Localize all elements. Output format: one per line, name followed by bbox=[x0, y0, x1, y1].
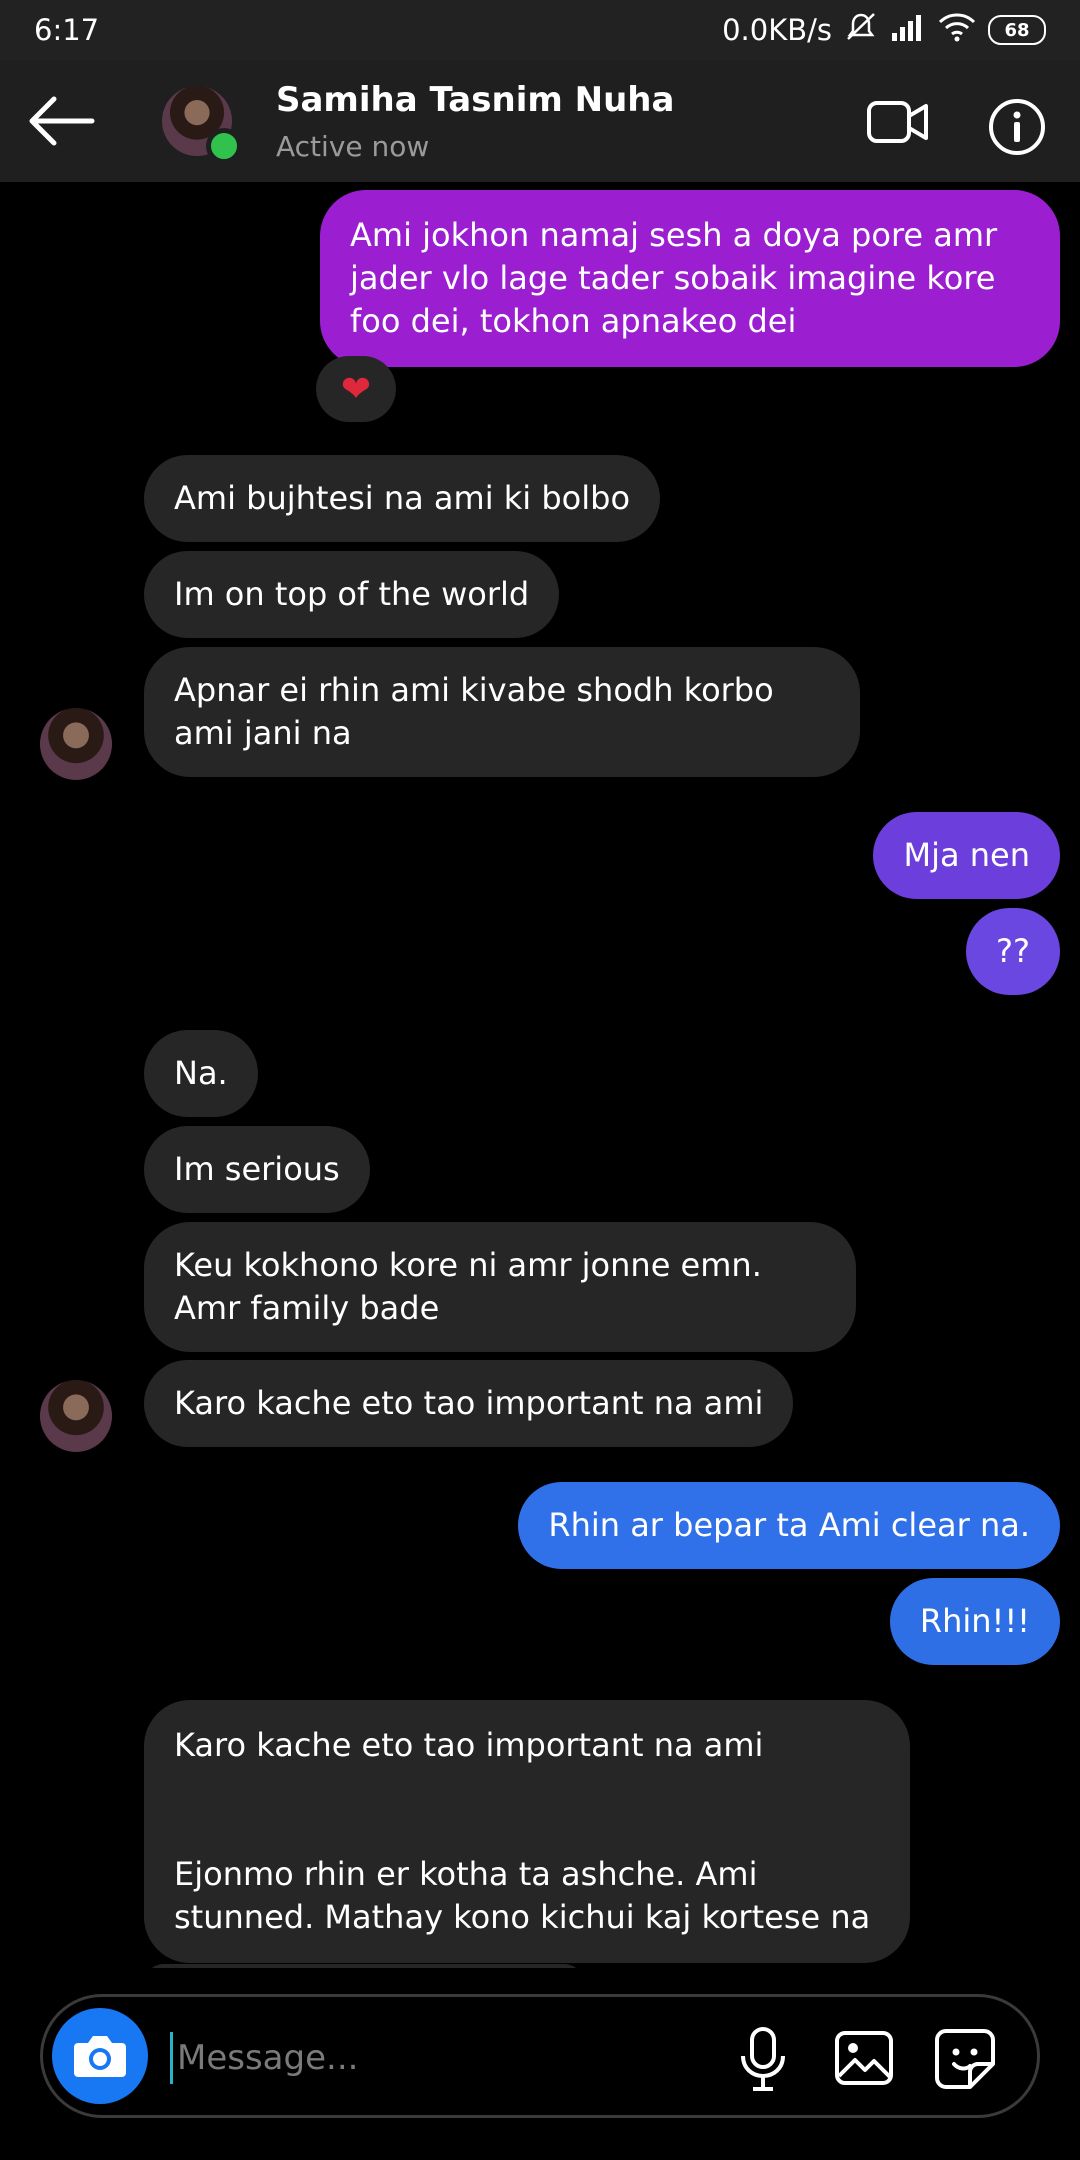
info-icon bbox=[989, 99, 1045, 155]
network-speed: 0.0KB/s bbox=[722, 13, 832, 47]
video-call-icon bbox=[867, 101, 928, 143]
message-line: Ejonmo rhin er kotha ta ashche. Ami stun… bbox=[174, 1855, 871, 1936]
camera-button[interactable] bbox=[52, 2008, 148, 2104]
sent-message[interactable]: Ami jokhon namaj sesh a doya pore amr ja… bbox=[320, 190, 1060, 367]
sticker-icon bbox=[935, 2029, 995, 2089]
contact-name[interactable]: Samiha Tasnim Nuha bbox=[276, 80, 674, 120]
camera-icon bbox=[74, 2036, 126, 2077]
video-call-button[interactable] bbox=[866, 98, 930, 146]
battery-icon: 68 bbox=[988, 15, 1046, 45]
sticker-button[interactable] bbox=[934, 2028, 996, 2090]
online-indicator bbox=[206, 128, 242, 164]
info-button[interactable] bbox=[988, 98, 1046, 156]
received-message[interactable]: Apnar ei rhin ami kivabe shodh korbo ami… bbox=[144, 647, 860, 777]
sent-message[interactable]: Rhin ar bepar ta Ami clear na. bbox=[518, 1482, 1060, 1569]
message-input[interactable] bbox=[170, 2032, 719, 2084]
gallery-icon bbox=[835, 2031, 893, 2085]
received-message[interactable]: Im on top of the world bbox=[144, 551, 560, 638]
sent-message[interactable]: Rhin!!! bbox=[889, 1578, 1060, 1665]
sender-avatar[interactable] bbox=[40, 1380, 112, 1452]
received-message[interactable]: Im serious bbox=[144, 1126, 370, 1213]
contact-avatar[interactable] bbox=[162, 86, 242, 164]
status-bar: 6:17 0.0KB/s 68 bbox=[0, 0, 1080, 60]
message-line: Karo kache eto tao important na ami bbox=[174, 1726, 764, 1764]
microphone-icon bbox=[741, 2027, 785, 2091]
contact-status: Active now bbox=[276, 130, 430, 163]
received-message[interactable]: Ami bujhtesi na ami ki bolbo bbox=[144, 455, 661, 542]
back-arrow-icon bbox=[29, 96, 95, 146]
status-icons: 0.0KB/s 68 bbox=[722, 11, 1046, 50]
received-message[interactable]: Keu kokhono kore ni amr jonne emn. Amr f… bbox=[144, 1222, 856, 1352]
back-button[interactable] bbox=[26, 95, 98, 147]
sent-message[interactable]: Mja nen bbox=[873, 812, 1060, 899]
mute-icon bbox=[844, 11, 878, 50]
sent-message[interactable]: ?? bbox=[966, 908, 1060, 995]
wifi-icon bbox=[938, 12, 976, 49]
chat-header: Samiha Tasnim Nuha Active now bbox=[0, 60, 1080, 182]
heart-reaction-icon[interactable]: ❤ bbox=[316, 356, 396, 422]
received-message[interactable]: Karo kache eto tao important na ami bbox=[144, 1360, 794, 1447]
received-message[interactable]: Karo kache eto tao important na ami Ejon… bbox=[144, 1700, 910, 1963]
sender-avatar[interactable] bbox=[40, 708, 112, 780]
status-time: 6:17 bbox=[34, 13, 100, 47]
signal-icon bbox=[890, 13, 926, 48]
gallery-button[interactable] bbox=[834, 2030, 894, 2086]
received-message[interactable]: Na. bbox=[144, 1030, 258, 1117]
microphone-button[interactable] bbox=[738, 2026, 788, 2092]
